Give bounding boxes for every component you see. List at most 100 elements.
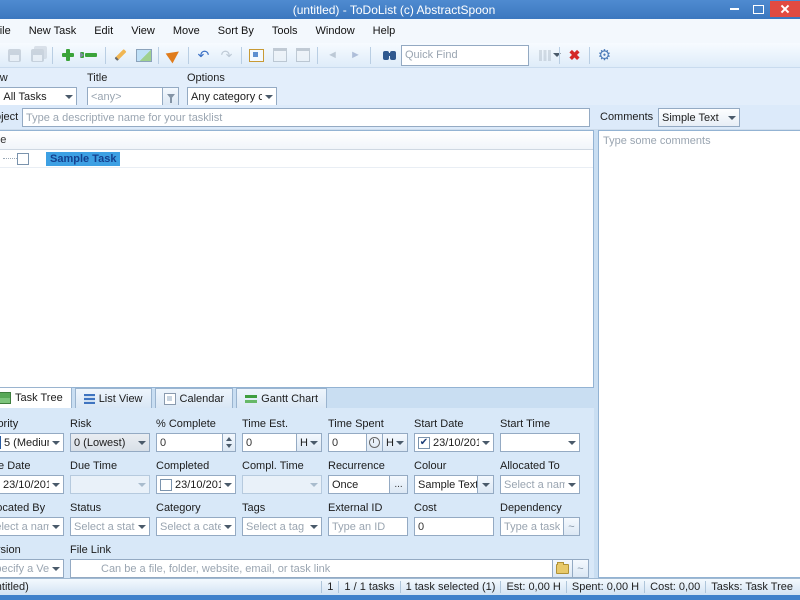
delete-task-button[interactable]: ✖	[563, 45, 586, 66]
completion-time-combo[interactable]	[242, 475, 322, 494]
due-time-combo[interactable]	[70, 475, 150, 494]
browse-file-button[interactable]	[553, 559, 573, 578]
comments-format-combo[interactable]: Simple Text	[658, 108, 740, 127]
menu-help[interactable]: Help	[364, 22, 405, 40]
view-link-button[interactable]: ~	[573, 559, 589, 578]
chevron-down-icon	[224, 525, 232, 529]
due-date-combo[interactable]: ✔ 23/10/2013	[0, 475, 64, 494]
find-tasks-button[interactable]	[374, 45, 397, 66]
time-track-button[interactable]	[367, 433, 383, 452]
menu-edit[interactable]: Edit	[85, 22, 122, 40]
chevron-down-icon	[52, 483, 60, 487]
prev-task-button[interactable]: ◄	[321, 45, 344, 66]
allocated-to-combo[interactable]: Select a name	[500, 475, 580, 494]
tab-list-view[interactable]: List View	[75, 388, 152, 408]
maximize-tasklist-icon	[249, 49, 264, 62]
chevron-down-icon	[52, 441, 60, 445]
task-tree-header[interactable]: Title	[0, 131, 593, 150]
new-task-icon	[61, 48, 75, 62]
project-row: Project Comments Simple Text	[0, 105, 800, 130]
dependency-input[interactable]	[501, 521, 563, 533]
file-link-input[interactable]	[71, 563, 552, 575]
menu-new-task[interactable]: New Task	[20, 22, 85, 40]
colour-combo-arrow-button[interactable]	[477, 476, 493, 493]
close-button[interactable]	[770, 1, 800, 17]
time-spent-input[interactable]	[329, 437, 366, 449]
maximize-button[interactable]	[746, 1, 770, 17]
save-button[interactable]	[3, 45, 26, 66]
new-task-button[interactable]	[56, 45, 79, 66]
filter-title-input[interactable]	[88, 91, 162, 103]
completed-checkbox[interactable]	[160, 479, 172, 491]
menu-file[interactable]: File	[0, 22, 20, 40]
sort-button[interactable]	[533, 45, 556, 66]
edit-dependency-button[interactable]: ~	[564, 517, 580, 536]
menu-sort-by[interactable]: Sort By	[209, 22, 263, 40]
cost-input[interactable]	[415, 521, 493, 533]
title-bar[interactable]: (untitled) - ToDoList (c) AbstractSpoon	[0, 0, 800, 19]
minimize-button[interactable]	[722, 1, 746, 17]
external-id-input[interactable]	[329, 521, 407, 533]
tab-task-tree[interactable]: Task Tree	[0, 387, 72, 408]
statusbar-pos: 1	[321, 581, 338, 593]
undo-button[interactable]: ↶	[192, 45, 215, 66]
new-subtask-button[interactable]	[79, 45, 102, 66]
chevron-down-icon	[138, 441, 146, 445]
allocated-by-combo[interactable]: Select a name	[0, 517, 64, 536]
project-input[interactable]	[23, 112, 589, 124]
percent-complete-spinner[interactable]	[223, 433, 236, 452]
colour-combo[interactable]: Sample Text	[414, 475, 494, 494]
start-date-checkbox[interactable]: ✔	[418, 437, 430, 449]
toolbar-separator	[105, 47, 106, 64]
filter-title-options-button[interactable]	[163, 87, 179, 106]
save-all-button[interactable]	[26, 45, 49, 66]
task-tree-panel[interactable]: Title Sample Task	[0, 130, 594, 388]
menu-tools[interactable]: Tools	[263, 22, 307, 40]
priority-combo[interactable]: 5 (Medium)	[0, 433, 64, 452]
edit-title-button[interactable]	[109, 45, 132, 66]
completed-date-combo[interactable]: 23/10/2013	[156, 475, 236, 494]
reminder-button[interactable]	[162, 45, 185, 66]
category-field: Category Select a category	[156, 502, 236, 536]
status-combo[interactable]: Select a status	[70, 517, 150, 536]
chevron-down-icon	[310, 525, 318, 529]
recurrence-options-button[interactable]: ...	[390, 475, 408, 494]
restore-view-button[interactable]	[291, 45, 314, 66]
quick-find-input[interactable]	[402, 49, 550, 61]
start-time-combo[interactable]	[500, 433, 580, 452]
version-combo[interactable]: Specify a Version	[0, 559, 64, 578]
tags-combo[interactable]: Select a tag	[242, 517, 322, 536]
menu-view[interactable]: View	[122, 22, 164, 40]
preferences-button[interactable]: ⚙	[593, 45, 616, 66]
comments-textarea[interactable]	[599, 131, 800, 577]
tab-gantt-chart[interactable]: Gantt Chart	[236, 388, 327, 408]
undo-icon: ↶	[198, 48, 210, 62]
maximize-comments-button[interactable]	[268, 45, 291, 66]
task-checkbox[interactable]	[17, 153, 29, 165]
minimize-icon	[730, 8, 739, 10]
statusbar-filename: (untitled)	[0, 581, 321, 593]
category-combo[interactable]: Select a category	[156, 517, 236, 536]
tab-calendar[interactable]: Calendar	[155, 388, 234, 408]
maximize-tasklist-button[interactable]	[245, 45, 268, 66]
task-title-selected[interactable]: Sample Task	[46, 152, 120, 166]
risk-combo[interactable]: 0 (Lowest)	[70, 433, 150, 452]
time-est-input[interactable]	[243, 437, 296, 449]
task-row[interactable]: Sample Task	[0, 150, 593, 168]
menu-window[interactable]: Window	[307, 22, 364, 40]
redo-button[interactable]: ↷	[215, 45, 238, 66]
recurrence-box[interactable]: Once	[328, 475, 390, 494]
time-est-field: Time Est. H	[242, 418, 322, 452]
percent-complete-input[interactable]	[157, 437, 222, 449]
filter-view-combo[interactable]: All Tasks	[0, 87, 77, 106]
filter-options-combo[interactable]: Any category c...	[187, 87, 277, 106]
quick-find-combo[interactable]	[401, 45, 529, 66]
completed-date-field: Completed 23/10/2013	[156, 460, 236, 494]
list-view-icon	[84, 394, 95, 404]
time-spent-unit-button[interactable]: H	[383, 433, 408, 452]
task-icon-button[interactable]	[132, 45, 155, 66]
time-est-unit-button[interactable]: H	[297, 433, 322, 452]
menu-move[interactable]: Move	[164, 22, 209, 40]
start-date-combo[interactable]: ✔ 23/10/2013	[414, 433, 494, 452]
next-task-button[interactable]: ►	[344, 45, 367, 66]
